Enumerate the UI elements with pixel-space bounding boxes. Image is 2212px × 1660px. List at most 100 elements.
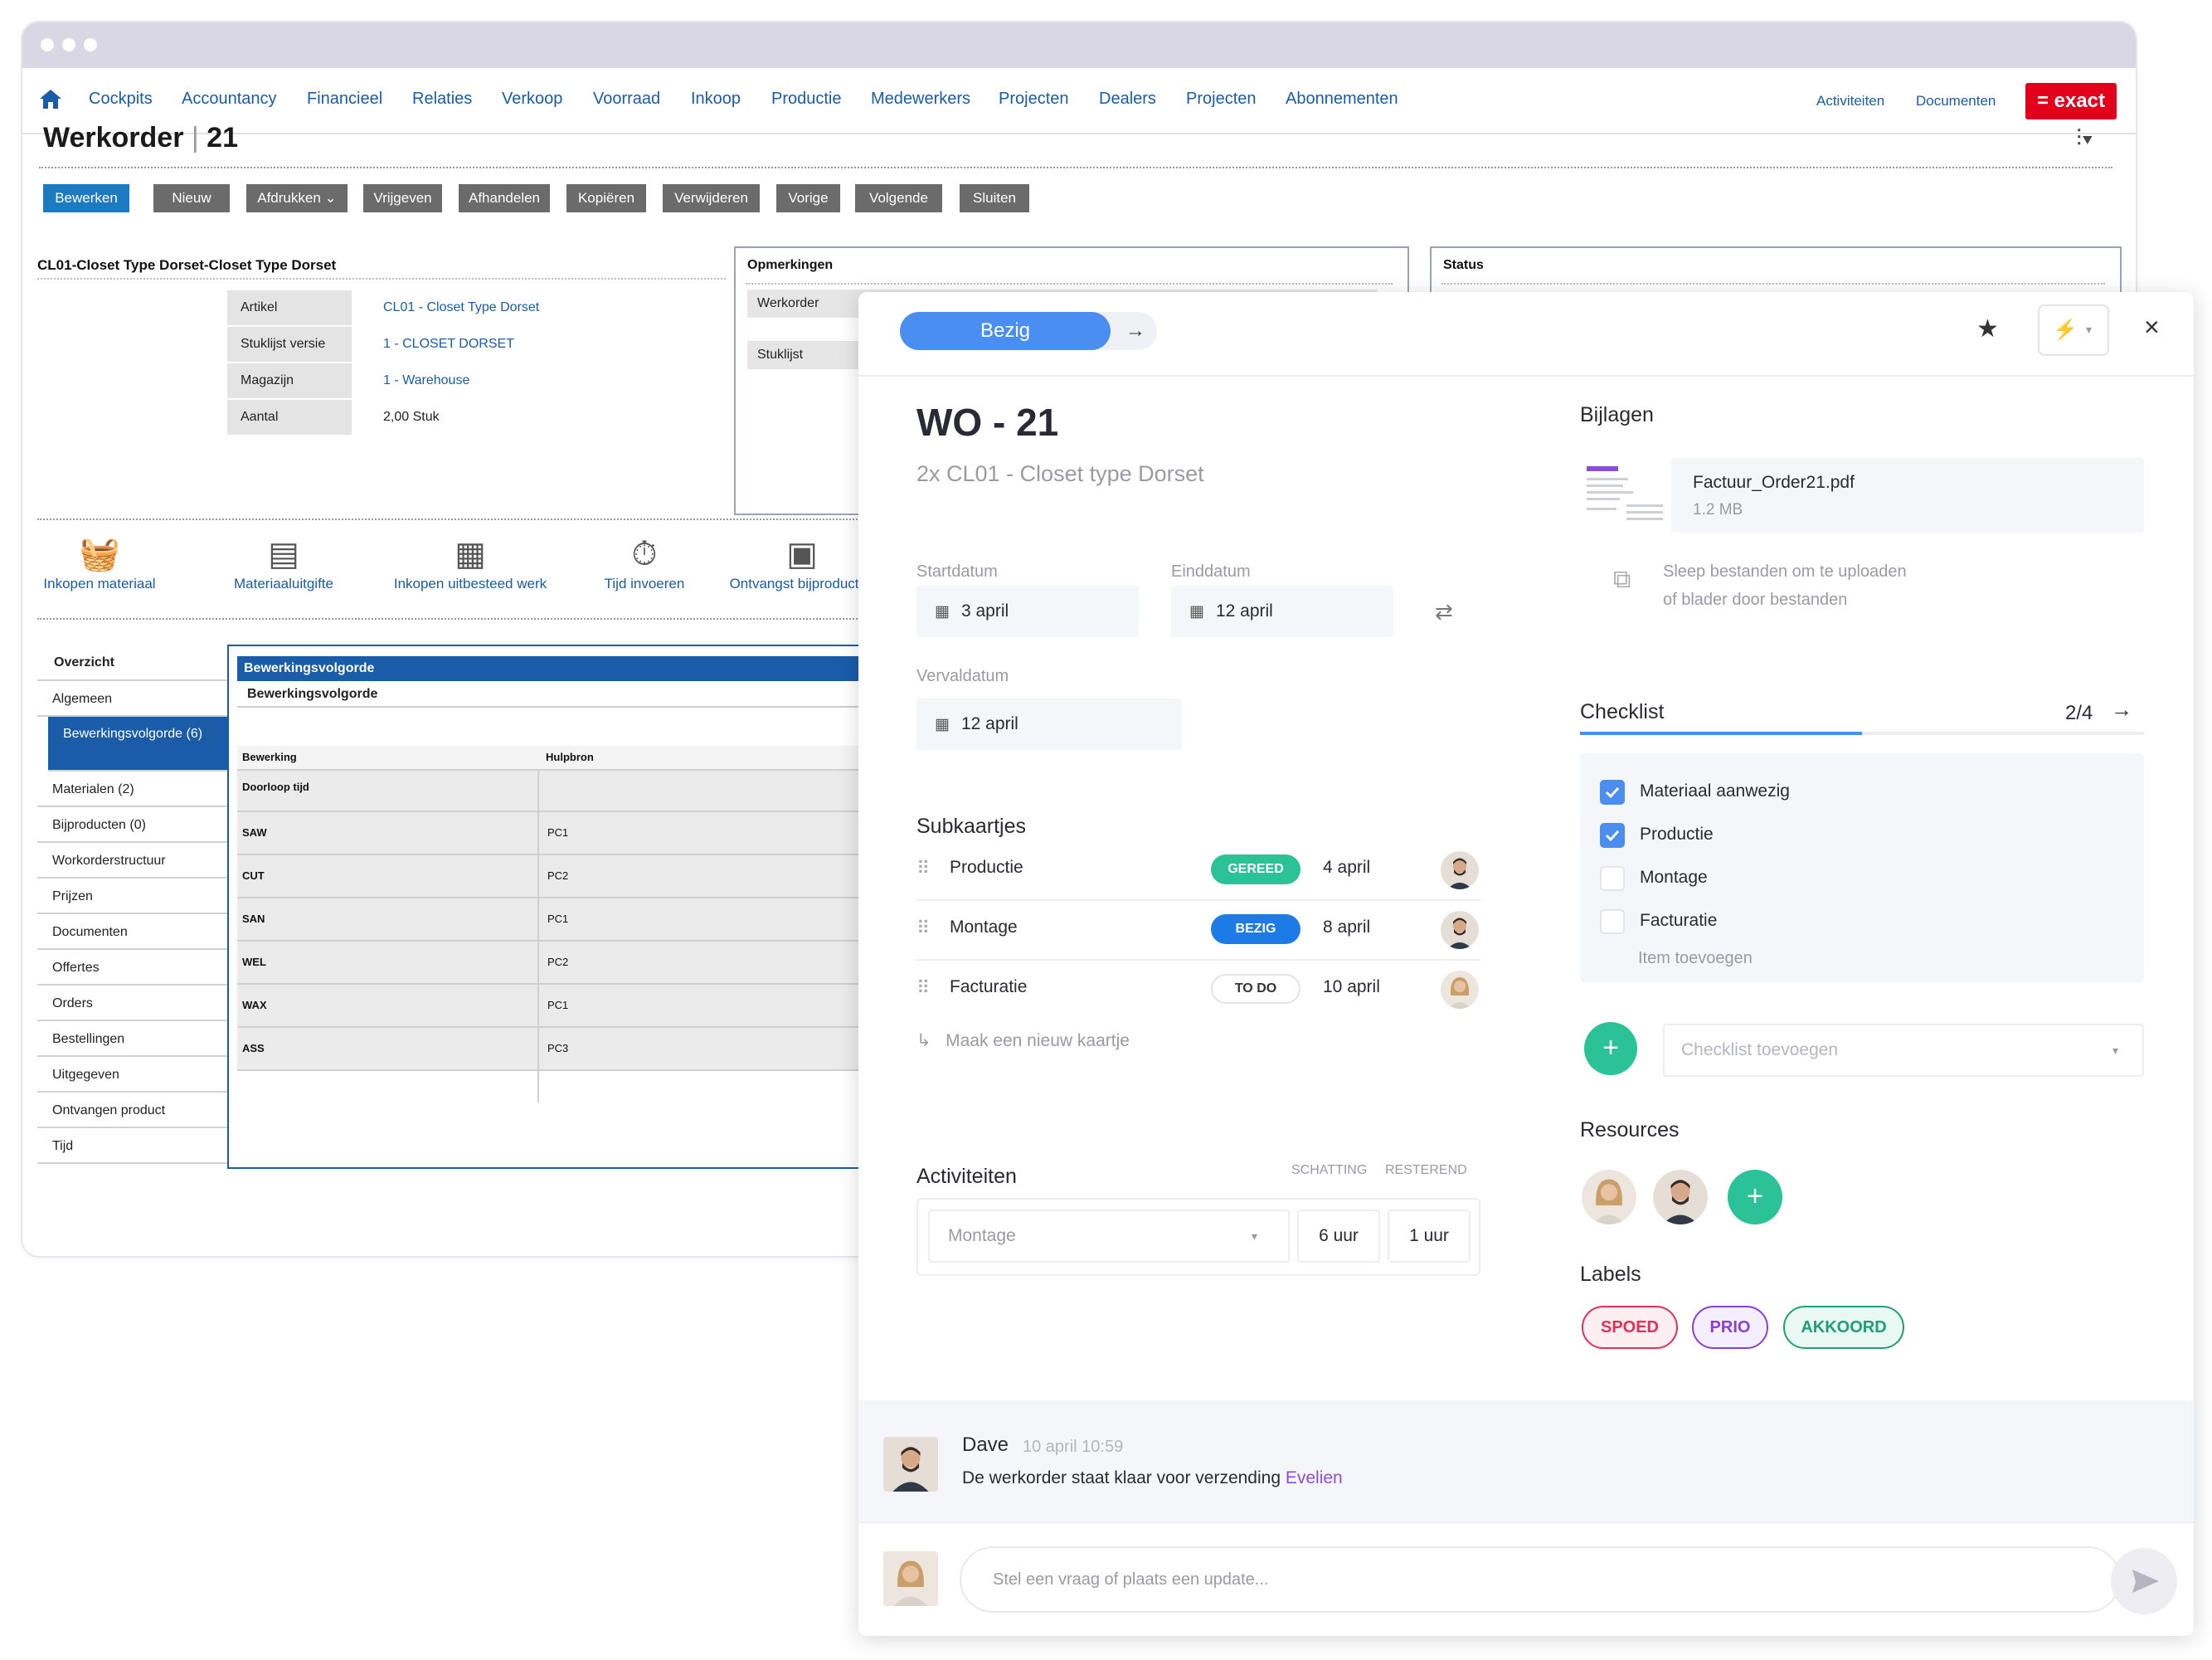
table-row[interactable]: SAW PC1	[237, 812, 892, 855]
delete-button[interactable]: Verwijderen	[663, 184, 760, 212]
overview-item-bijproducten[interactable]: Bijproducten (0)	[37, 807, 230, 843]
subcard-row[interactable]: ⠿ Productie GEREED 4 april	[916, 840, 1480, 901]
nav-item-projecten-2[interactable]: Projecten	[1186, 90, 1257, 109]
field-value-artikel[interactable]: CL01 - Closet Type Dorset	[383, 290, 539, 325]
upload-line-2[interactable]: of blader door bestanden	[1663, 591, 1847, 610]
avatar[interactable]	[1582, 1170, 1636, 1224]
previous-button[interactable]: Vorige	[776, 184, 840, 212]
status-selector[interactable]: Bezig →	[900, 312, 1157, 350]
table-row[interactable]: SAN PC1	[237, 898, 892, 942]
arrow-right-icon[interactable]: →	[2111, 697, 2132, 723]
nav-item-inkoop[interactable]: Inkoop	[691, 90, 741, 109]
table-row[interactable]: CUT PC2	[237, 855, 892, 898]
subcard-row[interactable]: ⠿ Montage BEZIG 8 april	[916, 899, 1480, 961]
action-inkopen-materiaal[interactable]: 🧺 Inkopen materiaal	[37, 533, 162, 592]
arrow-right-icon[interactable]: →	[1125, 319, 1145, 343]
activity-estimate[interactable]: 6 uur	[1297, 1210, 1380, 1263]
due-date-field[interactable]: ▦ 12 april	[916, 699, 1182, 750]
overview-item-prijzen[interactable]: Prijzen	[37, 879, 230, 914]
nav-item-dealers[interactable]: Dealers	[1099, 90, 1156, 109]
nav-item-abonnementen[interactable]: Abonnementen	[1286, 90, 1398, 109]
label-akkoord[interactable]: AKKOORD	[1783, 1306, 1904, 1349]
status-button[interactable]: Bezig	[900, 312, 1111, 350]
drag-handle-icon[interactable]: ⠿	[916, 918, 930, 939]
comment-mention[interactable]: Evelien	[1286, 1468, 1343, 1487]
repeat-icon[interactable]: ⇄	[1435, 599, 1453, 625]
nav-item-cockpits[interactable]: Cockpits	[89, 90, 153, 109]
table-row[interactable]: Doorloop tijd	[237, 771, 892, 812]
field-value-stuklijst[interactable]: 1 - CLOSET DORSET	[383, 327, 514, 362]
overview-item-workorderstructuur[interactable]: Workorderstructuur	[37, 843, 230, 879]
automation-dropdown[interactable]: ⚡ ▾	[2038, 304, 2109, 356]
upload-line-1: Sleep bestanden om te uploaden	[1663, 562, 1907, 581]
lightning-icon: ⚡	[2053, 319, 2078, 341]
copy-button[interactable]: Kopiëren	[566, 184, 646, 212]
overview-item-offertes[interactable]: Offertes	[37, 950, 230, 986]
start-date-field[interactable]: ▦ 3 april	[916, 586, 1139, 637]
print-button[interactable]: Afdrukken ⌄	[246, 184, 348, 212]
nav-item-financieel[interactable]: Financieel	[307, 90, 382, 109]
nav-item-medewerkers[interactable]: Medewerkers	[871, 90, 970, 109]
nav-documenten-link[interactable]: Documenten	[1916, 93, 1996, 110]
upload-dropzone[interactable]: ⧉ Sleep bestanden om te uploaden of blad…	[1580, 554, 2144, 637]
field-value-magazijn[interactable]: 1 - Warehouse	[383, 363, 469, 398]
comment-body: De werkorder staat klaar voor verzending	[962, 1468, 1286, 1487]
checklist-item-text: Montage	[1640, 868, 1708, 887]
subcard-row[interactable]: ⠿ Facturatie TO DO 10 april	[916, 959, 1480, 1019]
home-icon[interactable]	[39, 88, 62, 110]
new-subcard-link[interactable]: ↳ Maak een nieuw kaartje	[916, 1030, 1130, 1051]
table-row[interactable]: ASS PC3	[237, 1028, 892, 1071]
plus-icon[interactable]: +	[1728, 1170, 1782, 1224]
tools-menu-icon[interactable]: ⫶▾	[2076, 125, 2093, 153]
action-tijd-invoeren[interactable]: ⏱ Tijd invoeren	[582, 533, 707, 592]
add-checklist-item[interactable]: Item toevoegen	[1638, 949, 1753, 968]
action-materiaaluitgifte[interactable]: ▤ Materiaaluitgifte	[221, 533, 346, 592]
release-button[interactable]: Vrijgeven	[363, 184, 442, 212]
next-button[interactable]: Volgende	[855, 184, 942, 212]
nav-item-accountancy[interactable]: Accountancy	[182, 90, 277, 109]
end-date-field[interactable]: ▦ 12 april	[1171, 586, 1393, 637]
checkbox-checked[interactable]	[1600, 823, 1625, 848]
activity-select[interactable]: Montage ▾	[928, 1210, 1290, 1263]
overview-item-algemeen[interactable]: Algemeen	[37, 681, 230, 717]
label-spoed[interactable]: SPOED	[1582, 1306, 1678, 1349]
checkbox-unchecked[interactable]	[1600, 909, 1625, 934]
overview-item-orders[interactable]: Orders	[37, 986, 230, 1021]
new-button[interactable]: Nieuw	[153, 184, 230, 212]
reply-input[interactable]: Stel een vraag of plaats een update...	[960, 1546, 2121, 1613]
plus-icon[interactable]: +	[1584, 1022, 1637, 1075]
label-prio[interactable]: PRIO	[1692, 1306, 1768, 1349]
attachment-item[interactable]: Factuur_Order21.pdf 1.2 MB	[1580, 458, 2144, 533]
add-checklist-select[interactable]: Checklist toevoegen ▾	[1663, 1024, 2144, 1077]
overview-item-bewerkingsvolgorde[interactable]: Bewerkingsvolgorde (6)	[48, 717, 230, 772]
checkbox-checked[interactable]	[1600, 780, 1625, 805]
edit-button[interactable]: Bewerken	[43, 184, 129, 212]
overview-item-bestellingen[interactable]: Bestellingen	[37, 1021, 230, 1057]
nav-activiteiten-link[interactable]: Activiteiten	[1816, 93, 1884, 110]
nav-item-productie[interactable]: Productie	[771, 90, 842, 109]
checkbox-unchecked[interactable]	[1600, 866, 1625, 891]
overview-item-ontvangen-product[interactable]: Ontvangen product	[37, 1093, 230, 1128]
drag-handle-icon[interactable]: ⠿	[916, 858, 930, 879]
exact-logo[interactable]: = exact	[2025, 83, 2117, 119]
overview-item-documenten[interactable]: Documenten	[37, 914, 230, 950]
table-row[interactable]: WEL PC2	[237, 942, 892, 985]
drag-handle-icon[interactable]: ⠿	[916, 977, 930, 999]
activity-remaining[interactable]: 1 uur	[1388, 1210, 1471, 1263]
send-button[interactable]	[2111, 1548, 2177, 1614]
close-icon[interactable]: ×	[2144, 312, 2160, 343]
star-icon[interactable]: ★	[1976, 314, 1999, 343]
complete-button[interactable]: Afhandelen	[459, 184, 550, 212]
overview-item-materialen[interactable]: Materialen (2)	[37, 772, 230, 807]
table-row[interactable]: WAX PC1	[237, 985, 892, 1028]
nav-item-projecten[interactable]: Projecten	[999, 90, 1069, 109]
overview-item-tijd[interactable]: Tijd	[37, 1128, 230, 1164]
nav-item-verkoop[interactable]: Verkoop	[502, 90, 562, 109]
action-inkopen-uitbesteed-werk[interactable]: ▦ Inkopen uitbesteed werk	[375, 533, 566, 592]
avatar[interactable]	[1653, 1170, 1708, 1224]
nav-item-relaties[interactable]: Relaties	[412, 90, 472, 109]
overview-item-uitgegeven[interactable]: Uitgegeven	[37, 1057, 230, 1093]
close-button[interactable]: Sluiten	[960, 184, 1029, 212]
avatar	[1441, 971, 1479, 1009]
nav-item-voorraad[interactable]: Voorraad	[593, 90, 660, 109]
